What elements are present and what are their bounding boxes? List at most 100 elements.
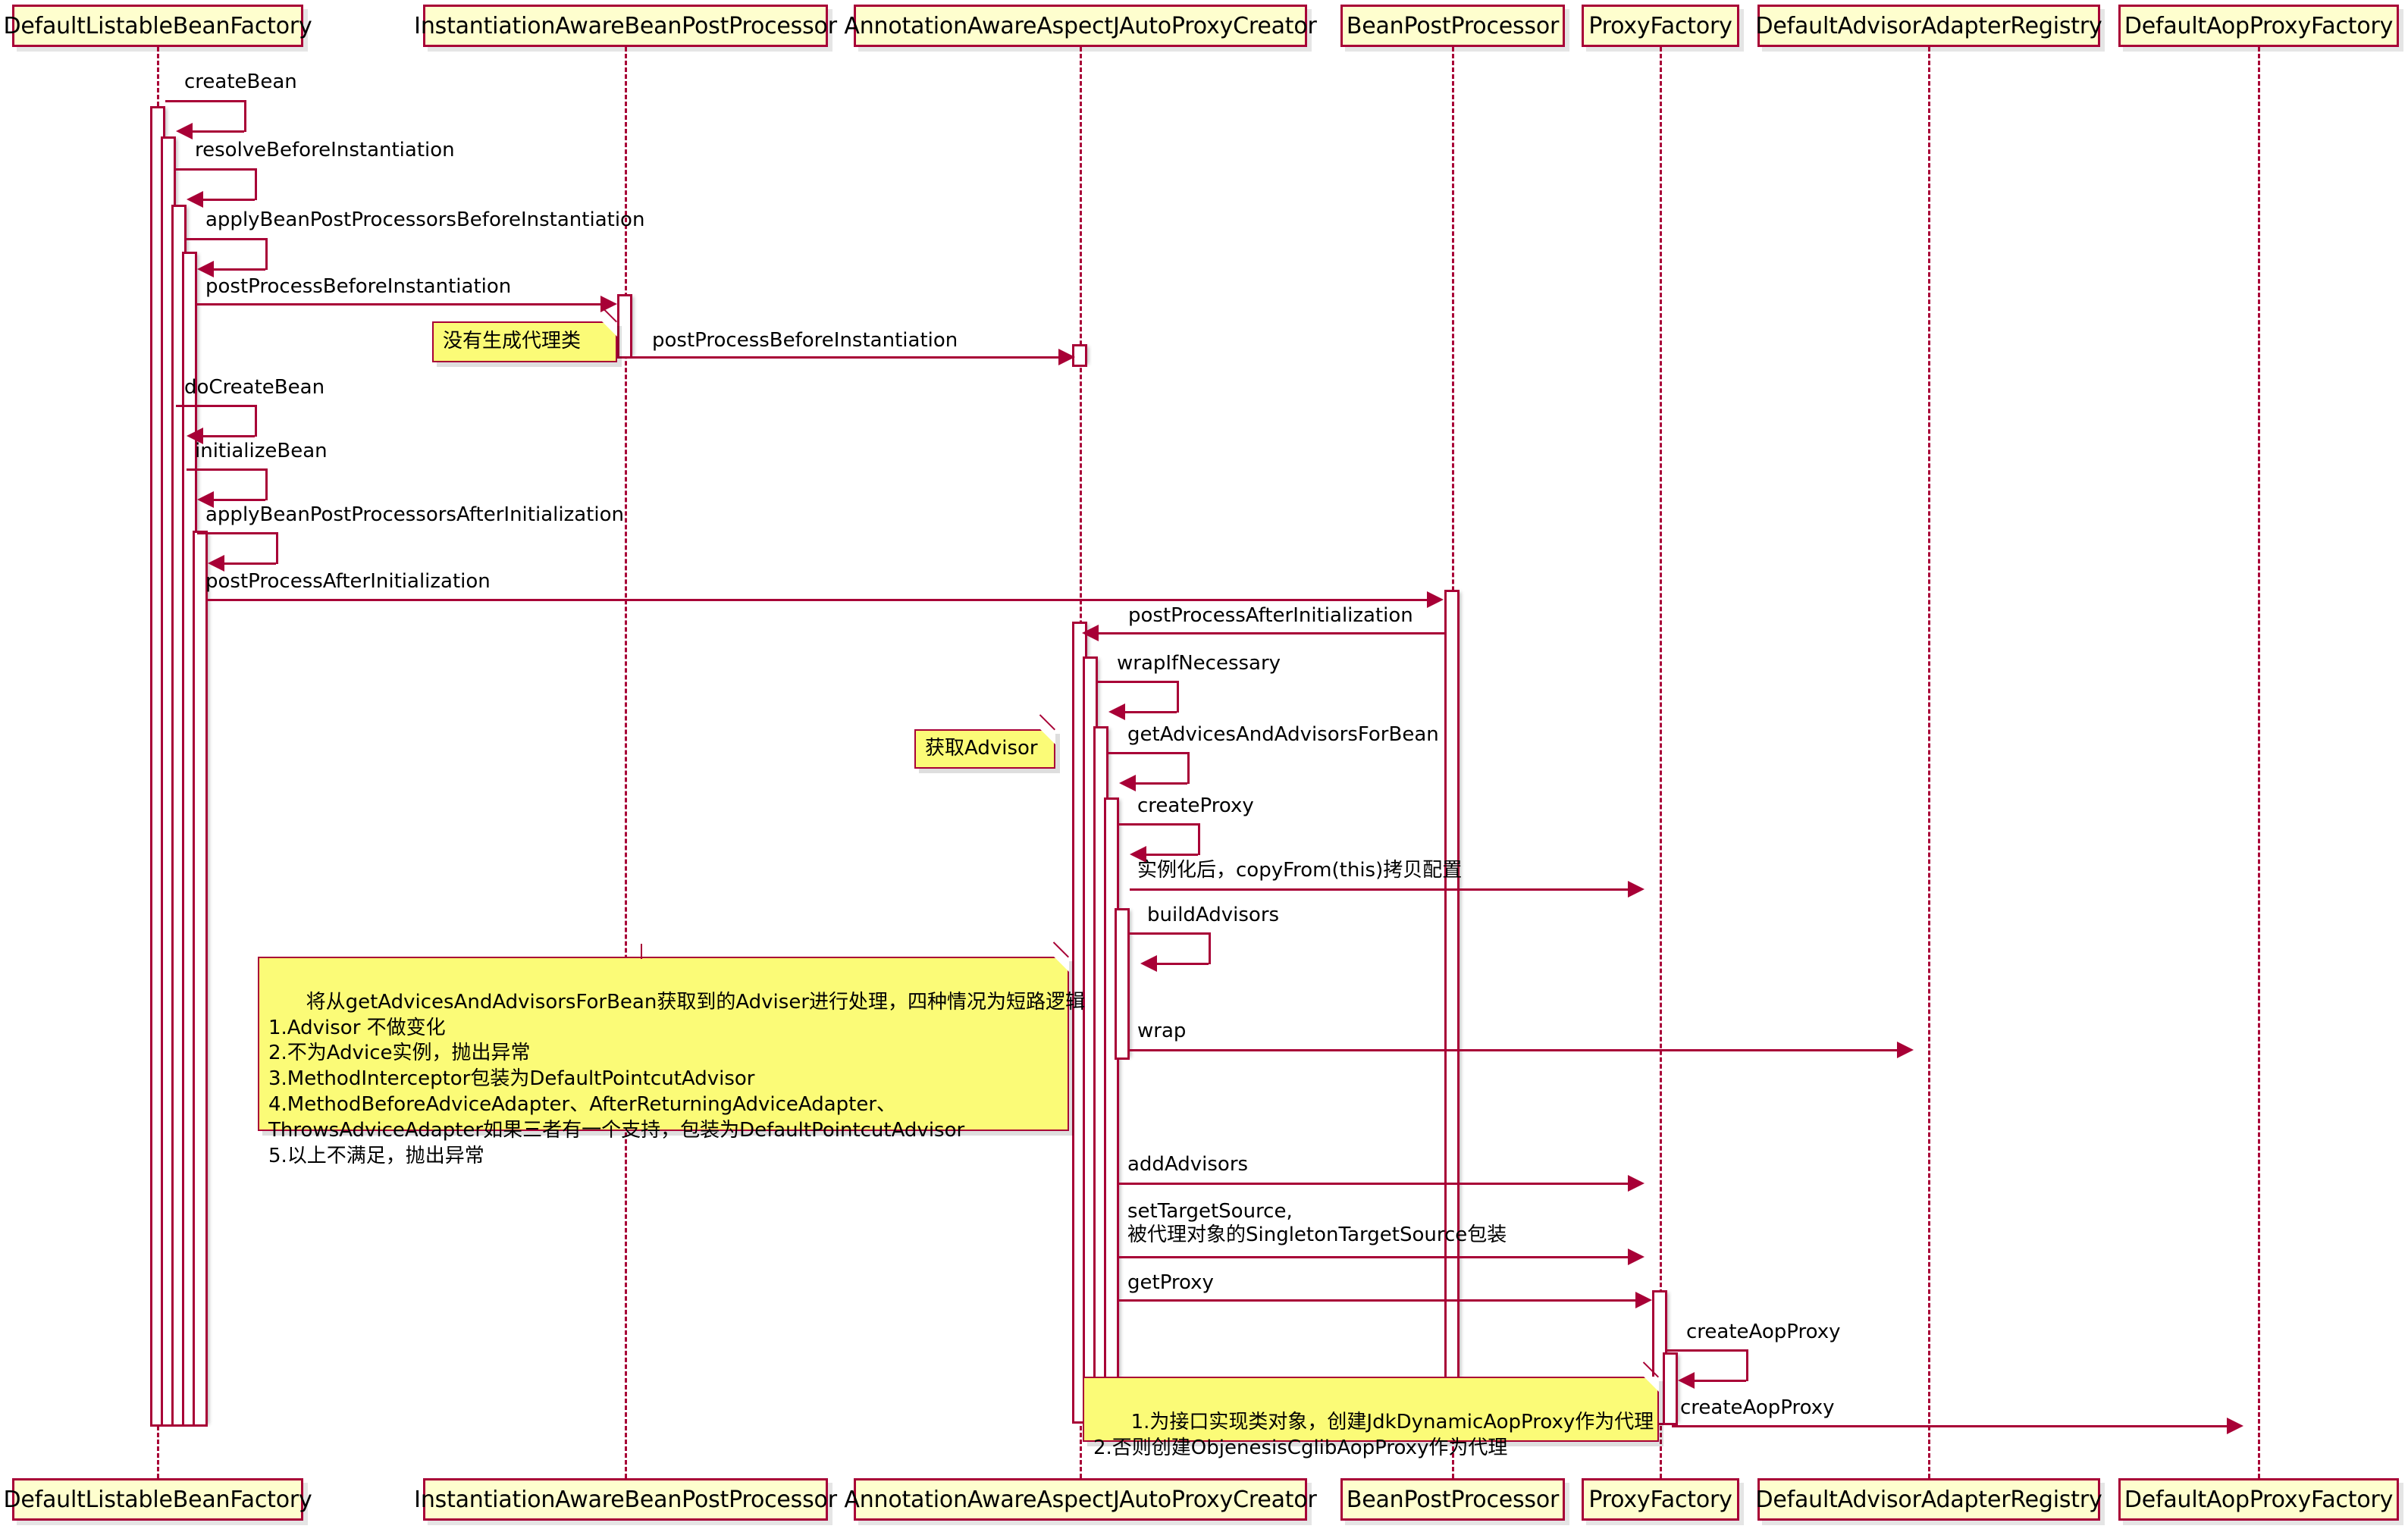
note-text: 1.为接口实现类对象，创建JdkDynamicAopProxy作为代理 2.否则… — [1093, 1410, 1654, 1459]
note-body: 没有生成代理类 — [432, 321, 617, 362]
lifeline-dapf — [2258, 47, 2260, 1478]
message-line-buildAdvisors-right — [1209, 932, 1211, 964]
participant-header-pf[interactable]: ProxyFactory — [1582, 5, 1739, 47]
participant-footer-aaajapc[interactable]: AnnotationAwareAspectJAutoProxyCreator — [844, 1478, 1317, 1521]
participant-footer-bpp[interactable]: BeanPostProcessor — [1340, 1478, 1565, 1521]
message-line-ppbi-1 — [197, 303, 613, 305]
note-body: 将从getAdvicesAndAdvisorsForBean获取到的Advise… — [258, 957, 1085, 1167]
message-label-createAopProxy-call: createAopProxy — [1680, 1396, 1835, 1419]
participant-label: DefaultListableBeanFactory — [3, 12, 312, 39]
message-line-applyAfter-top — [197, 532, 276, 534]
message-label-applyBeanPostProcessorsAfterInitialization: applyBeanPostProcessorsAfterInitializati… — [205, 503, 624, 526]
participant-label: DefaultAopProxyFactory — [2124, 1486, 2394, 1513]
message-line-resolve-top — [176, 168, 255, 171]
participant-header-iabpp[interactable]: InstantiationAwareBeanPostProcessor — [414, 5, 837, 47]
message-line-doCreateBean-right — [255, 405, 257, 437]
participant-label: DefaultAdvisorAdapterRegistry — [1755, 12, 2102, 39]
message-arrow-copyFrom — [1628, 881, 1645, 898]
message-label-wrapIfNecessary: wrapIfNecessary — [1117, 652, 1281, 675]
note-body: 1.为接口实现类对象，创建JdkDynamicAopProxy作为代理 2.否则… — [1083, 1377, 1659, 1459]
participant-label: ProxyFactory — [1588, 12, 1732, 39]
activation-dlbf-initialize — [193, 531, 208, 1427]
participant-footer-daar[interactable]: DefaultAdvisorAdapterRegistry — [1755, 1478, 2102, 1521]
participant-footer-dapf[interactable]: DefaultAopProxyFactory — [2118, 1478, 2399, 1521]
message-line-wrap — [1130, 1049, 1902, 1051]
participant-label: DefaultListableBeanFactory — [3, 1486, 312, 1513]
message-line-createProxy-top — [1119, 823, 1198, 826]
note-fold-line — [1052, 942, 1069, 958]
participant-footer-dlbf[interactable]: DefaultListableBeanFactory — [3, 1478, 312, 1521]
message-line-wrapIfNecessary-right — [1177, 681, 1179, 713]
participant-label: DefaultAdvisorAdapterRegistry — [1755, 1486, 2102, 1513]
message-line-doCreateBean-top — [176, 405, 255, 407]
participant-header-dapf[interactable]: DefaultAopProxyFactory — [2118, 5, 2399, 47]
message-arrow-getProxy — [1635, 1292, 1652, 1308]
note-fold-corner — [1644, 1377, 1659, 1392]
note-advisor-processing: 将从getAdvicesAndAdvisorsForBean获取到的Advise… — [258, 942, 1085, 1167]
message-arrow-createAopProxy-call — [2227, 1418, 2243, 1434]
message-line-copyFrom — [1130, 888, 1632, 891]
participant-label: AnnotationAwareAspectJAutoProxyCreator — [844, 1486, 1317, 1513]
message-label-copyFrom: 实例化后，copyFrom(this)拷贝配置 — [1137, 859, 1463, 882]
message-line-getAdvices-right — [1187, 752, 1190, 784]
activation-aaajapc-buildAdvisors — [1115, 908, 1130, 1060]
note-text: 获取Advisor — [925, 737, 1038, 760]
message-arrow-setTargetSource — [1628, 1249, 1645, 1265]
activation-aaajapc-createProxy — [1104, 797, 1119, 1424]
message-label-doCreateBean: doCreateBean — [184, 376, 325, 399]
participant-header-aaajapc[interactable]: AnnotationAwareAspectJAutoProxyCreator — [844, 5, 1317, 47]
message-arrow-ppai-2 — [1082, 625, 1099, 641]
message-line-applyAfter-right — [276, 532, 278, 564]
sequence-diagram-canvas: DefaultListableBeanFactory Instantiation… — [0, 0, 2408, 1529]
message-label-createAopProxy-self: createAopProxy — [1686, 1321, 1841, 1343]
note-get-advisor: 获取Advisor — [914, 714, 1055, 769]
participant-label: BeanPostProcessor — [1346, 1486, 1560, 1513]
message-line-resolve-right — [255, 168, 257, 200]
participant-footer-pf[interactable]: ProxyFactory — [1582, 1478, 1739, 1521]
note-fold-corner — [602, 321, 617, 337]
message-arrow-ppai-1 — [1427, 591, 1444, 608]
message-line-applyBefore-right — [265, 238, 268, 270]
message-line-applyBefore-top — [187, 238, 265, 240]
note-body: 获取Advisor — [914, 729, 1055, 769]
participant-header-daar[interactable]: DefaultAdvisorAdapterRegistry — [1755, 5, 2102, 47]
message-label-postProcessBeforeInstantiation-2: postProcessBeforeInstantiation — [652, 329, 958, 352]
participant-header-dlbf[interactable]: DefaultListableBeanFactory — [3, 5, 312, 47]
note-fold-corner — [1040, 729, 1055, 744]
note-no-proxy-generated: 没有生成代理类 — [432, 306, 617, 362]
message-label-postProcessBeforeInstantiation-1: postProcessBeforeInstantiation — [205, 275, 512, 298]
message-arrow-getAdvices — [1119, 775, 1136, 791]
participant-footer-iabpp[interactable]: InstantiationAwareBeanPostProcessor — [414, 1478, 837, 1521]
participant-label: InstantiationAwareBeanPostProcessor — [414, 12, 837, 39]
message-label-initializeBean: initializeBean — [195, 440, 328, 462]
message-line-wrapIfNecessary-top — [1098, 681, 1177, 683]
note-advisor-processing-stem — [641, 944, 642, 959]
message-label-postProcessAfterInitialization-1: postProcessAfterInitialization — [205, 570, 491, 593]
message-label-getProxy: getProxy — [1127, 1271, 1214, 1294]
message-line-getAdvices-top — [1108, 752, 1187, 754]
participant-label: ProxyFactory — [1588, 1486, 1732, 1513]
message-line-createAopProxy-right — [1746, 1349, 1748, 1381]
participant-header-bpp[interactable]: BeanPostProcessor — [1340, 5, 1565, 47]
message-label-createBean: createBean — [184, 70, 297, 93]
message-label-getAdvicesAndAdvisorsForBean: getAdvicesAndAdvisorsForBean — [1127, 723, 1439, 746]
activation-iabpp — [617, 294, 632, 359]
message-line-setTargetSource — [1119, 1256, 1632, 1258]
message-line-createBean-right — [244, 100, 246, 132]
lifeline-daar — [1928, 47, 1930, 1478]
message-line-createAopProxy-call — [1672, 1425, 2231, 1427]
message-label-createProxy: createProxy — [1137, 794, 1254, 817]
message-arrow-applyAfter — [208, 555, 224, 572]
participant-label: AnnotationAwareAspectJAutoProxyCreator — [844, 12, 1317, 39]
message-line-getProxy — [1119, 1299, 1648, 1302]
participant-label: InstantiationAwareBeanPostProcessor — [414, 1486, 837, 1513]
message-label-buildAdvisors: buildAdvisors — [1147, 904, 1280, 926]
message-line-ppbi-2 — [632, 356, 1068, 359]
message-line-createAopProxy-top — [1667, 1349, 1746, 1352]
message-arrow-ppbi-2 — [1058, 349, 1075, 365]
message-arrow-addAdvisors — [1628, 1175, 1645, 1192]
message-line-buildAdvisors-top — [1130, 932, 1209, 935]
message-line-initializeBean-right — [265, 468, 268, 500]
message-label-wrap: wrap — [1137, 1020, 1187, 1042]
message-arrow-createBean — [176, 123, 193, 139]
